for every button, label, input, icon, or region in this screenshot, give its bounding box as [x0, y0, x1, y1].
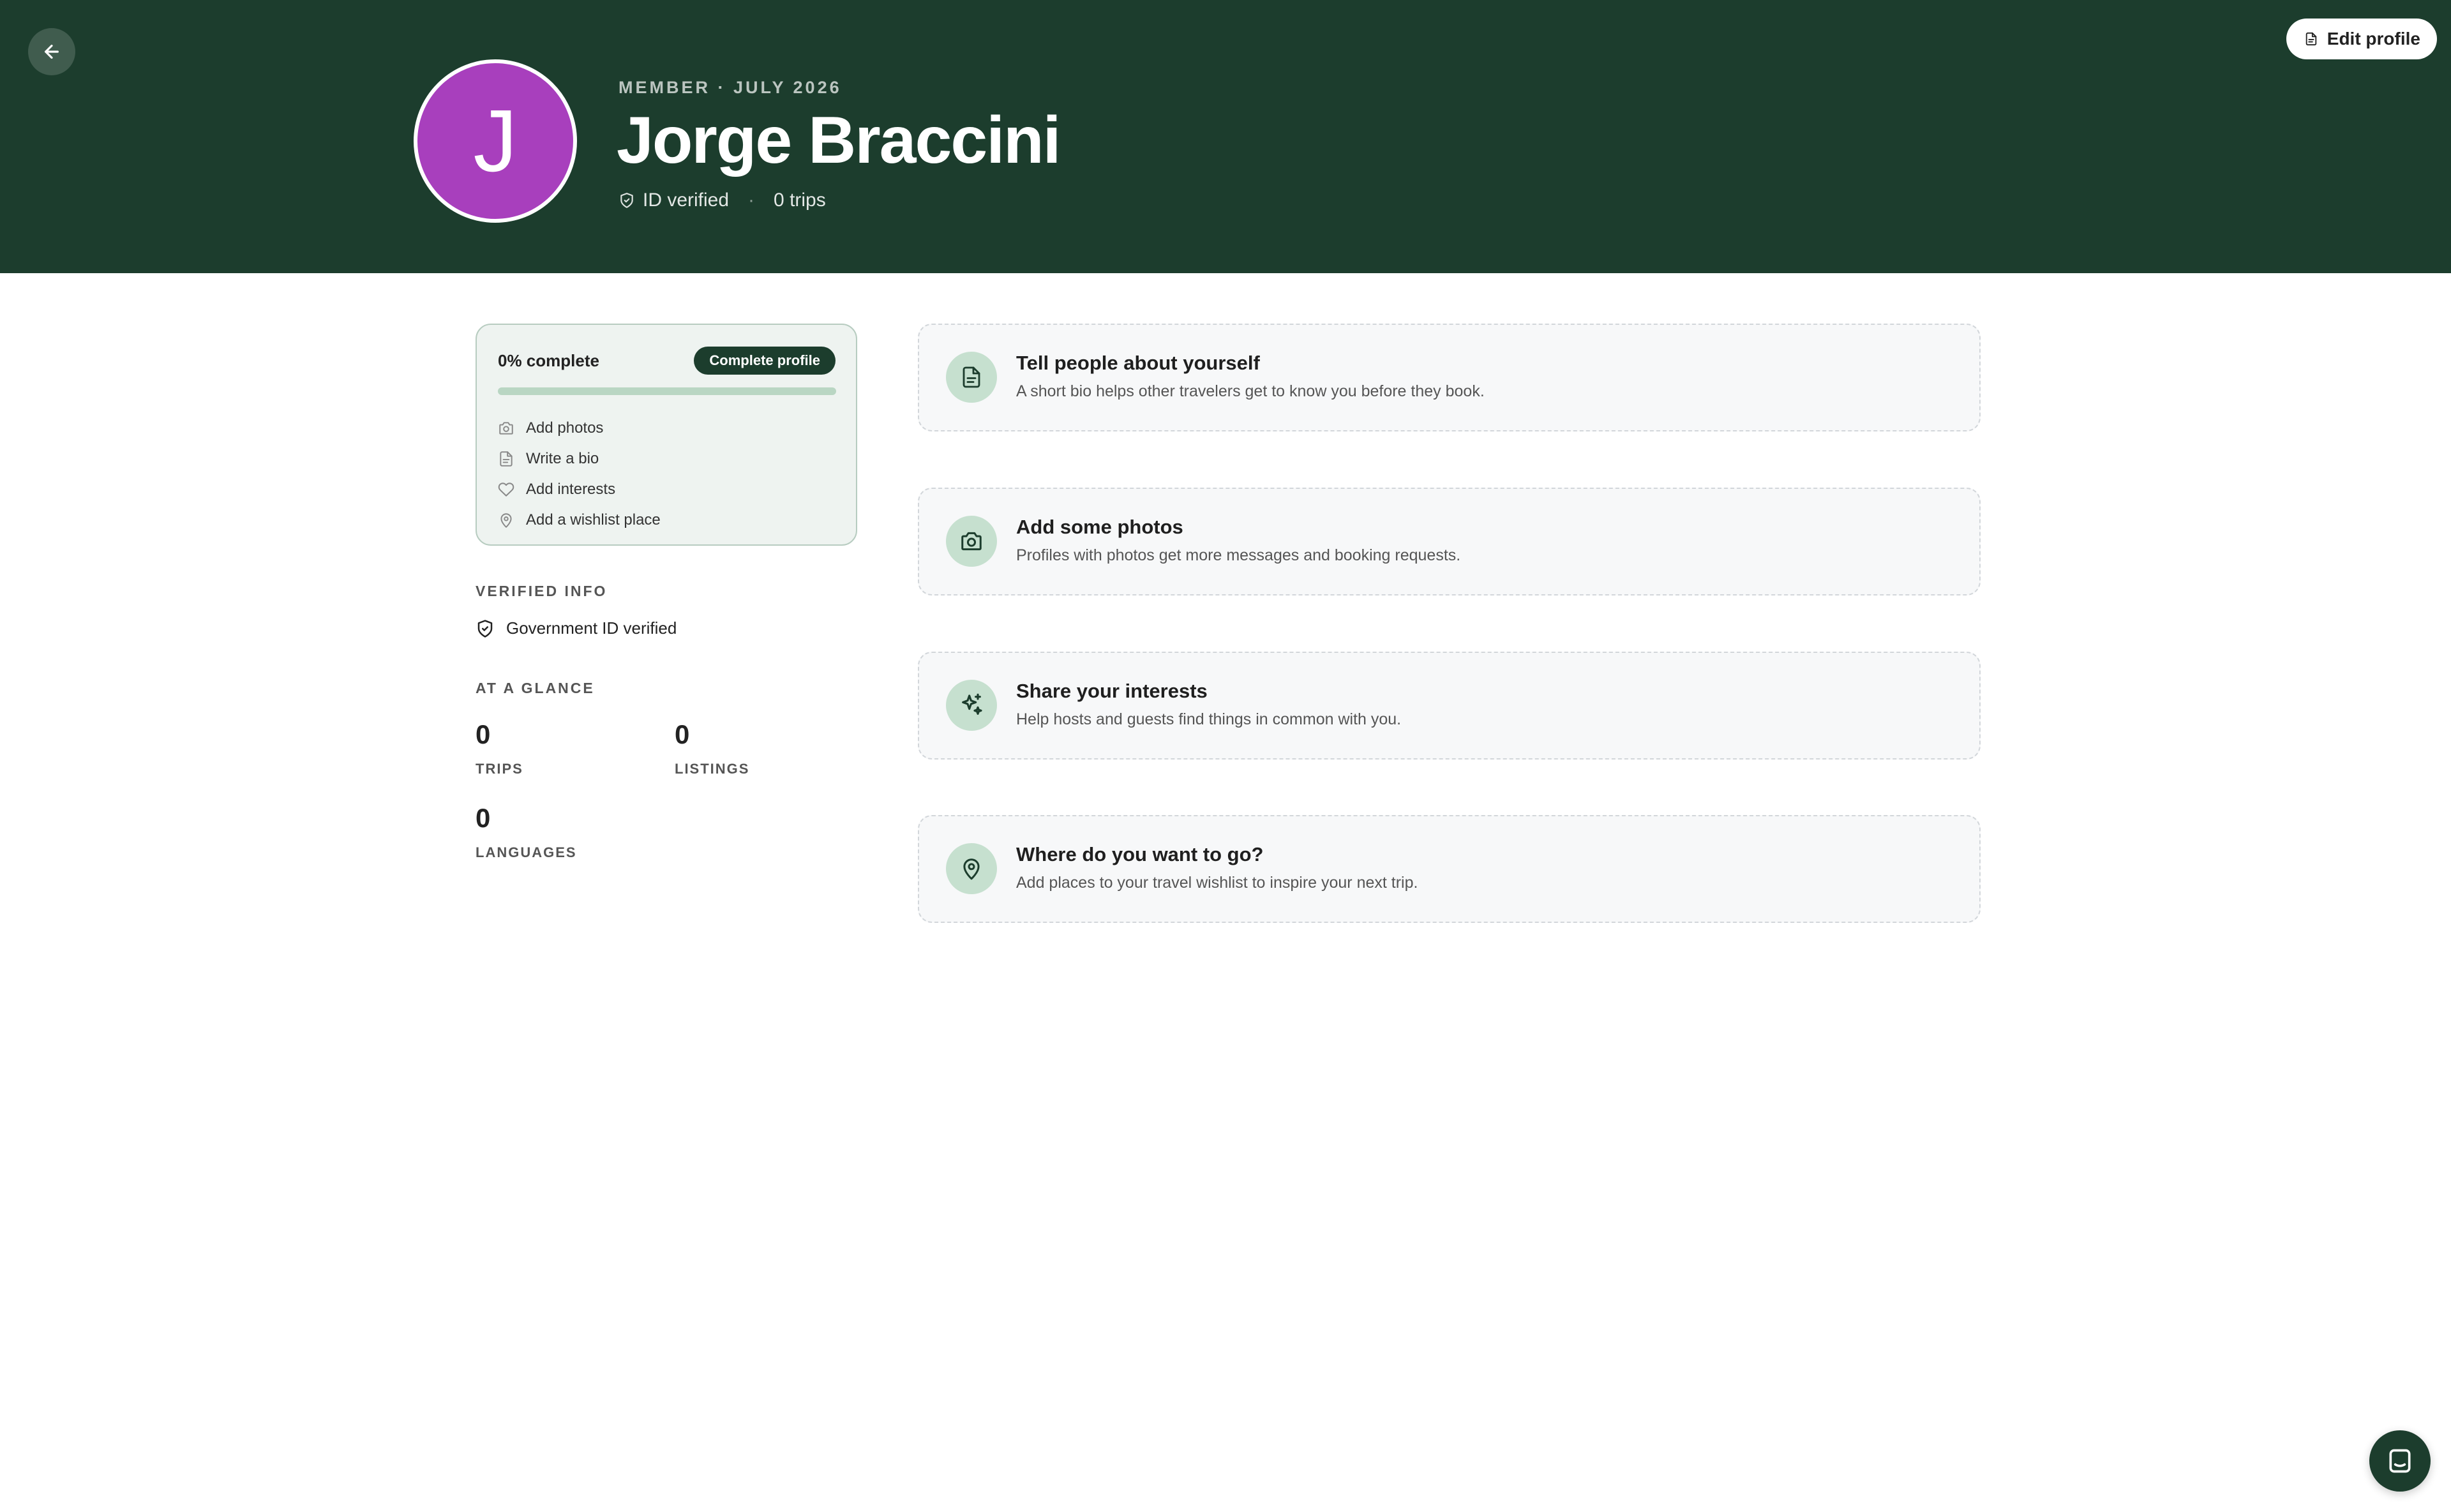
document-icon — [500, 451, 513, 467]
checklist-item-add-photos[interactable]: Add photos — [498, 413, 661, 444]
profile-completion-card: 0% complete Complete profile Add photos … — [476, 324, 857, 546]
prompt-subtitle: Profiles with photos get more messages a… — [1016, 546, 1461, 564]
avatar: J — [414, 59, 577, 223]
sparkles-icon — [962, 693, 982, 715]
prompt-title: Add some photos — [1016, 516, 1183, 538]
checklist-item-label: Add photos — [526, 419, 604, 437]
glance-listings-label: LISTINGS — [675, 761, 750, 777]
shield-check-icon — [620, 193, 633, 208]
camera-icon — [499, 422, 513, 435]
checklist-item-label: Write a bio — [526, 450, 599, 467]
avatar-initial: J — [473, 91, 518, 190]
chat-icon — [2389, 1449, 2411, 1473]
id-verified-text: ID verified — [643, 190, 730, 211]
glance-trips-label: TRIPS — [476, 761, 523, 777]
prompt-card-interests[interactable]: Share your interests Help hosts and gues… — [918, 652, 1981, 760]
prompt-subtitle: Add places to your travel wishlist to in… — [1016, 874, 1418, 892]
checklist-item-write-bio[interactable]: Write a bio — [498, 444, 661, 474]
completion-percent: 0% complete — [498, 351, 599, 370]
location-pin-icon — [500, 513, 512, 528]
complete-profile-button[interactable]: Complete profile — [694, 347, 836, 375]
verified-item-label: Government ID verified — [506, 618, 677, 638]
at-a-glance-heading: AT A GLANCE — [476, 680, 595, 696]
profile-name: Jorge Braccini — [617, 103, 1061, 177]
heart-icon — [498, 483, 514, 497]
verified-item: Government ID verified — [476, 618, 677, 638]
edit-profile-button[interactable]: Edit profile — [2286, 19, 2437, 59]
completion-progress-bar — [498, 387, 836, 395]
back-button[interactable] — [28, 28, 75, 75]
document-icon — [2305, 32, 2317, 46]
glance-trips-value: 0 — [476, 719, 491, 749]
glance-languages-label: LANGUAGES — [476, 844, 577, 860]
prompt-card-bio[interactable]: Tell people about yourself A short bio h… — [918, 324, 1981, 431]
checklist-item-label: Add interests — [526, 481, 616, 498]
arrow-left-icon — [45, 45, 59, 59]
edit-profile-label: Edit profile — [2327, 29, 2420, 49]
prompt-card-photos[interactable]: Add some photos Profiles with photos get… — [918, 488, 1981, 595]
prompt-icon-badge — [946, 352, 997, 403]
glance-languages-value: 0 — [476, 803, 491, 833]
header-stats: ID verified · 0 trips — [618, 190, 826, 211]
prompt-subtitle: A short bio helps other travelers get to… — [1016, 382, 1485, 400]
completion-checklist: Add photos Write a bio Add interests Add… — [498, 413, 661, 535]
trip-count: 0 trips — [774, 190, 826, 211]
prompt-subtitle: Help hosts and guests find things in com… — [1016, 710, 1402, 728]
prompt-title: Where do you want to go? — [1016, 843, 1264, 865]
verified-info-heading: VERIFIED INFO — [476, 583, 608, 599]
prompt-icon-badge — [946, 516, 997, 567]
checklist-item-add-interests[interactable]: Add interests — [498, 474, 661, 505]
stat-separator: · — [748, 190, 755, 211]
shield-check-icon — [477, 619, 493, 638]
prompt-card-wishlist[interactable]: Where do you want to go? Add places to y… — [918, 815, 1981, 923]
checklist-item-label: Add a wishlist place — [526, 511, 661, 528]
camera-icon — [961, 532, 982, 551]
prompt-title: Tell people about yourself — [1016, 352, 1260, 374]
profile-header: Edit profile J MEMBER · JULY 2026 Jorge … — [0, 0, 2451, 273]
glance-listings-value: 0 — [675, 719, 690, 749]
chat-button[interactable] — [2369, 1430, 2431, 1492]
checklist-item-add-wishlist[interactable]: Add a wishlist place — [498, 505, 661, 535]
member-since: MEMBER · JULY 2026 — [618, 78, 842, 97]
prompt-icon-badge — [946, 843, 997, 894]
prompt-icon-badge — [946, 680, 997, 731]
document-icon — [963, 366, 980, 388]
location-pin-icon — [963, 858, 980, 880]
prompt-title: Share your interests — [1016, 680, 1208, 702]
